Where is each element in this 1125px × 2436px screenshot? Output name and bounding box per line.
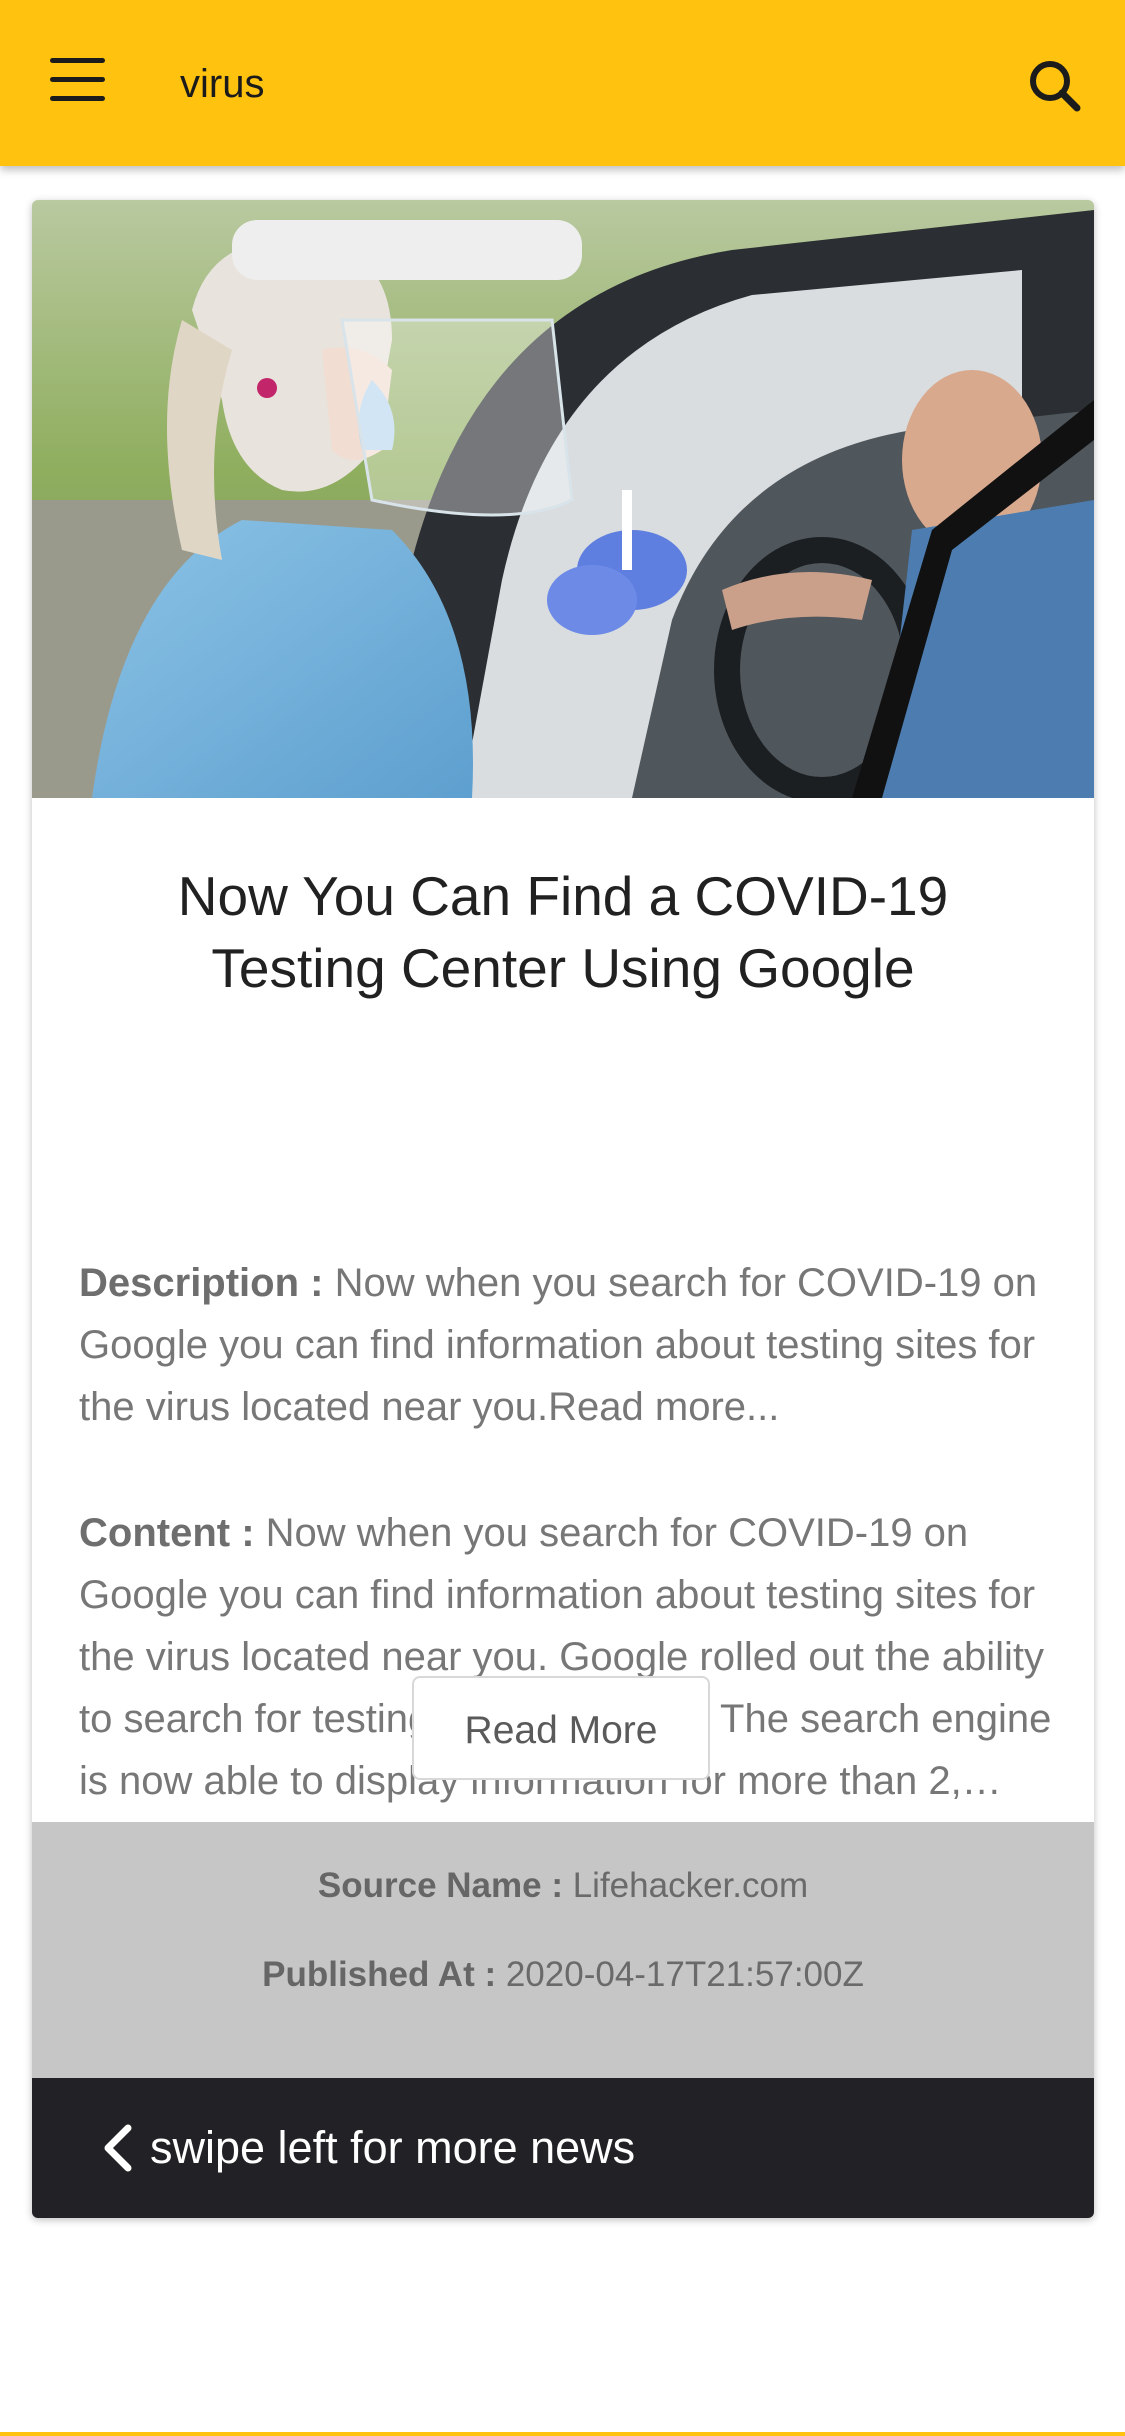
source-label: Source Name :	[317, 1866, 563, 1905]
search-query-title: virus	[180, 62, 265, 106]
swipe-hint-text: swipe left for more news	[150, 2122, 636, 2173]
search-icon[interactable]	[1025, 56, 1085, 116]
published-value: 2020-04-17T21:57:00Z	[496, 1955, 864, 1994]
read-more-button[interactable]: Read More	[412, 1676, 710, 1780]
source-name: Source Name : Lifehacker.com	[32, 1866, 1094, 1906]
swipe-hint-bar[interactable]: swipe left for more news	[32, 2078, 1094, 2218]
published-label: Published At :	[262, 1955, 497, 1994]
article-description: Description : Now when you search for CO…	[79, 1252, 1069, 1438]
article-headline: Now You Can Find a COVID-19 Testing Cent…	[177, 865, 949, 999]
source-value: Lifehacker.com	[562, 1866, 809, 1905]
chevron-left-icon	[104, 2124, 132, 2172]
article-meta: Source Name : Lifehacker.com Published A…	[32, 1822, 1094, 2078]
article-image	[32, 200, 1094, 798]
hamburger-menu-icon[interactable]	[50, 58, 118, 110]
news-card[interactable]: Now You Can Find a COVID-19 Testing Cent…	[32, 200, 1094, 2218]
description-label: Description :	[79, 1261, 324, 1305]
bottom-accent-line	[0, 2432, 1125, 2436]
content-label: Content :	[79, 1511, 255, 1555]
published-at: Published At : 2020-04-17T21:57:00Z	[32, 1955, 1094, 1995]
app-bar: virus	[0, 0, 1125, 166]
